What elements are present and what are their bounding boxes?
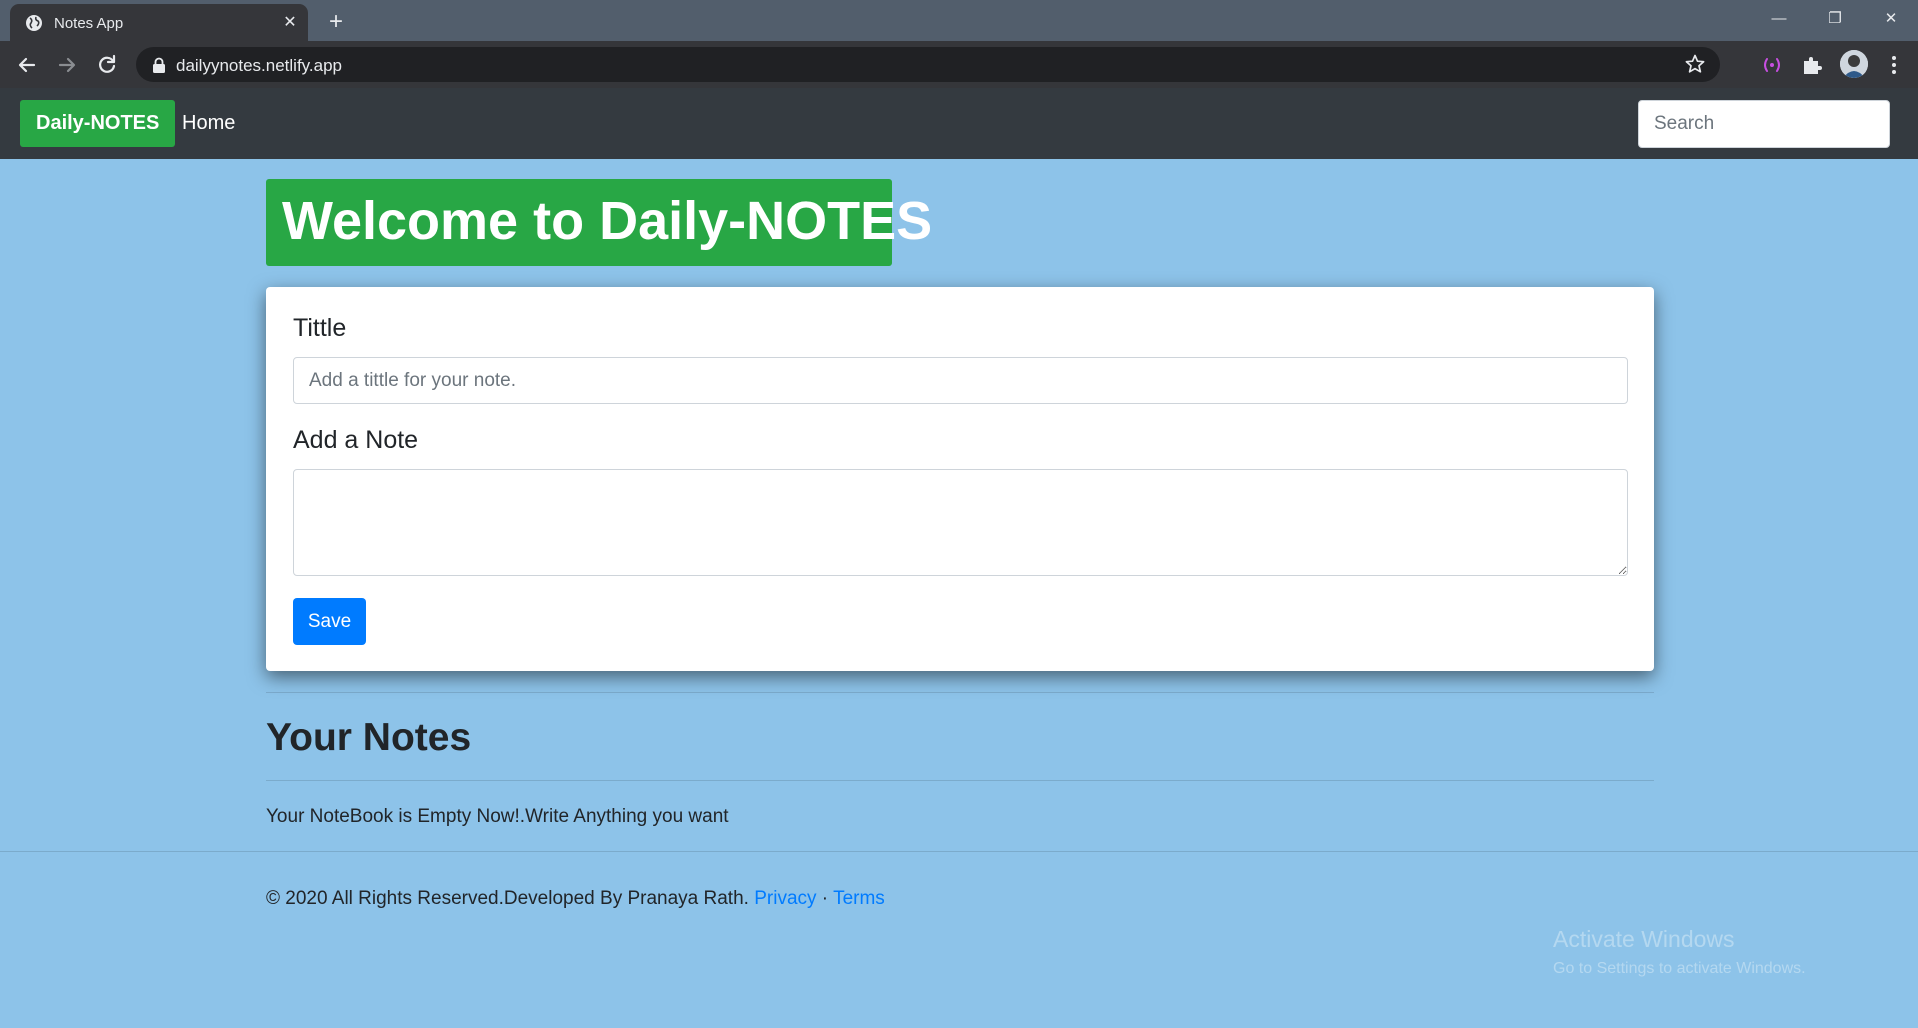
- window-close-button[interactable]: ✕: [1868, 6, 1914, 32]
- title-input[interactable]: [293, 357, 1628, 404]
- welcome-banner: Welcome to Daily-NOTES: [266, 179, 932, 266]
- star-icon[interactable]: [1684, 53, 1706, 75]
- lock-icon: [153, 57, 165, 73]
- footer-separator: ·: [821, 888, 829, 909]
- nav-link-home[interactable]: Home: [182, 112, 235, 135]
- browser-tabstrip: Notes App ✕ + — ❐ ✕: [0, 0, 1918, 41]
- terms-link[interactable]: Terms: [833, 888, 885, 909]
- privacy-link[interactable]: Privacy: [754, 888, 816, 909]
- url-text: dailyynotes.netlify.app: [176, 56, 343, 75]
- title-label: Tittle: [293, 314, 347, 342]
- divider: [266, 692, 1654, 693]
- note-form-card: Tittle Add a Note Save: [266, 287, 1654, 671]
- brand-button[interactable]: Daily-NOTES: [20, 100, 176, 147]
- plus-icon[interactable]: +: [322, 9, 350, 37]
- address-bar[interactable]: dailyynotes.netlify.app: [136, 47, 1720, 82]
- tab-title: Notes App: [54, 15, 124, 32]
- note-label: Add a Note: [293, 426, 419, 454]
- welcome-heading: Welcome to Daily-NOTES: [282, 191, 933, 251]
- back-icon[interactable]: [13, 51, 41, 79]
- empty-notes-message: Your NoteBook is Empty Now!.Write Anythi…: [266, 806, 729, 827]
- minimize-button[interactable]: —: [1756, 6, 1802, 32]
- avatar[interactable]: [1840, 50, 1868, 78]
- globe-icon: [26, 15, 42, 31]
- notes-heading: Your Notes: [266, 716, 472, 759]
- close-icon[interactable]: ✕: [280, 13, 300, 33]
- restore-button[interactable]: ❐: [1812, 6, 1858, 32]
- kebab-menu-icon[interactable]: [1884, 53, 1904, 77]
- profile-icon: [1840, 50, 1868, 78]
- footer-copyright: © 2020 All Rights Reserved.Developed By …: [266, 888, 749, 909]
- activate-windows-subtitle: Go to Settings to activate Windows.: [1553, 960, 1806, 977]
- save-button[interactable]: Save: [293, 598, 366, 645]
- puzzle-icon[interactable]: [1800, 53, 1824, 77]
- app-navbar: Daily-NOTES Home: [0, 88, 1918, 159]
- footer-divider: [0, 851, 1918, 852]
- extension-cast-icon[interactable]: [1760, 53, 1784, 77]
- divider: [266, 780, 1654, 781]
- reload-icon[interactable]: [93, 51, 121, 79]
- browser-tab[interactable]: Notes App ✕: [10, 4, 308, 41]
- footer: © 2020 All Rights Reserved.Developed By …: [266, 888, 885, 910]
- note-textarea[interactable]: [293, 469, 1628, 576]
- forward-icon[interactable]: [53, 51, 81, 79]
- search-input[interactable]: [1638, 100, 1890, 148]
- activate-windows-title: Activate Windows: [1553, 926, 1735, 952]
- browser-toolbar: dailyynotes.netlify.app: [0, 41, 1918, 88]
- page-content: Daily-NOTES Home Welcome to Daily-NOTES …: [0, 88, 1918, 1028]
